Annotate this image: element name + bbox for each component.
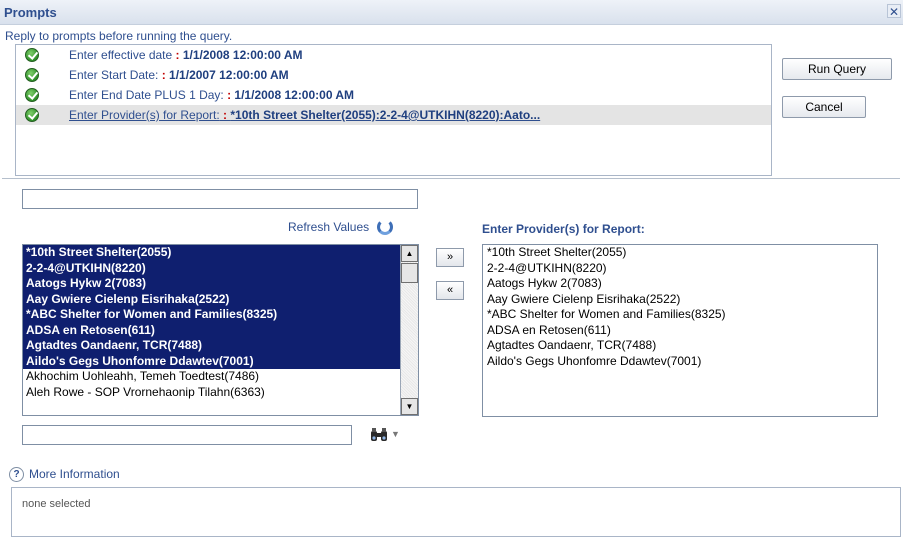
list-item[interactable]: Aatogs Hykw 2(7083) [483, 276, 877, 292]
chevron-down-icon[interactable]: ▼ [391, 429, 400, 439]
prompt-text: Enter Start Date: : 1/1/2007 12:00:00 AM [69, 68, 289, 82]
dialog-subtitle: Reply to prompts before running the quer… [5, 29, 233, 43]
list-item[interactable]: ADSA en Retosen(611) [483, 323, 877, 339]
cancel-button[interactable]: Cancel [782, 96, 866, 118]
scroll-thumb[interactable] [401, 263, 418, 283]
refresh-values-label: Refresh Values [288, 220, 370, 234]
scroll-down-icon[interactable]: ▼ [401, 398, 418, 415]
information-text: none selected [22, 498, 91, 510]
check-icon [25, 88, 39, 102]
prompt-row-providers[interactable]: Enter Provider(s) for Report: : *10th St… [16, 105, 771, 125]
refresh-values-link[interactable]: Refresh Values [288, 219, 393, 235]
values-filter-input[interactable] [22, 189, 418, 209]
list-item[interactable]: ADSA en Retosen(611) [23, 322, 418, 338]
list-item[interactable]: *ABC Shelter for Women and Families(8325… [23, 307, 418, 323]
binoculars-icon[interactable] [369, 427, 389, 443]
list-item[interactable]: Aay Gwiere Cielenp Eisrihaka(2522) [483, 292, 877, 308]
list-item[interactable]: Aleh Rowe - SOP Vrornehaonip Tilahn(6363… [23, 385, 418, 401]
list-item[interactable]: Agtadtes Oandaenr, TCR(7488) [23, 338, 418, 354]
prompt-text: Enter Provider(s) for Report: : *10th St… [69, 108, 541, 122]
list-item[interactable]: Aildo's Gegs Uhonfomre Ddawtev(7001) [23, 353, 418, 369]
check-icon [25, 48, 39, 62]
help-icon[interactable]: ? [9, 467, 24, 482]
prompt-row-effective-date[interactable]: Enter effective date : 1/1/2008 12:00:00… [16, 45, 771, 65]
list-item[interactable]: *10th Street Shelter(2055) [483, 245, 877, 261]
information-panel: none selected [11, 487, 901, 537]
section-divider [2, 178, 900, 179]
available-values-list[interactable]: *10th Street Shelter(2055) 2-2-4@UTKIHN(… [22, 244, 419, 416]
list-item[interactable]: 2-2-4@UTKIHN(8220) [483, 261, 877, 277]
dialog-title: Prompts [4, 5, 57, 20]
list-item[interactable]: *10th Street Shelter(2055) [23, 245, 418, 261]
find-input[interactable] [22, 425, 352, 445]
list-item[interactable]: Akhochim Uohleahh, Temeh Toedtest(7486) [23, 369, 418, 385]
list-item[interactable]: Aatogs Hykw 2(7083) [23, 276, 418, 292]
run-query-button[interactable]: Run Query [782, 58, 892, 80]
prompt-list: Enter effective date : 1/1/2008 12:00:00… [15, 44, 772, 176]
prompt-row-start-date[interactable]: Enter Start Date: : 1/1/2007 12:00:00 AM [16, 65, 771, 85]
remove-selection-button[interactable]: « [436, 281, 464, 300]
scroll-up-icon[interactable]: ▲ [401, 245, 418, 262]
list-item[interactable]: Aildo's Gegs Uhonfomre Ddawtev(7001) [483, 354, 877, 370]
list-item[interactable]: Agtadtes Oandaenr, TCR(7488) [483, 338, 877, 354]
dialog-titlebar: Prompts ✕ [0, 0, 903, 25]
selected-values-list[interactable]: *10th Street Shelter(2055) 2-2-4@UTKIHN(… [482, 244, 878, 417]
list-item[interactable]: 2-2-4@UTKIHN(8220) [23, 260, 418, 276]
more-information-link[interactable]: More Information [29, 467, 120, 481]
selected-values-title: Enter Provider(s) for Report: [482, 222, 645, 236]
prompt-text: Enter End Date PLUS 1 Day: : 1/1/2008 12… [69, 88, 355, 102]
prompt-row-end-date[interactable]: Enter End Date PLUS 1 Day: : 1/1/2008 12… [16, 85, 771, 105]
list-item[interactable]: *ABC Shelter for Women and Families(8325… [483, 307, 877, 323]
list-item[interactable]: Aay Gwiere Cielenp Eisrihaka(2522) [23, 291, 418, 307]
close-icon[interactable]: ✕ [887, 4, 901, 19]
prompt-text: Enter effective date : 1/1/2008 12:00:00… [69, 48, 303, 62]
refresh-icon[interactable] [376, 219, 393, 235]
add-selection-button[interactable]: » [436, 248, 464, 267]
check-icon [25, 68, 39, 82]
check-icon [25, 108, 39, 122]
vertical-scrollbar[interactable]: ▲ ▼ [400, 245, 418, 415]
